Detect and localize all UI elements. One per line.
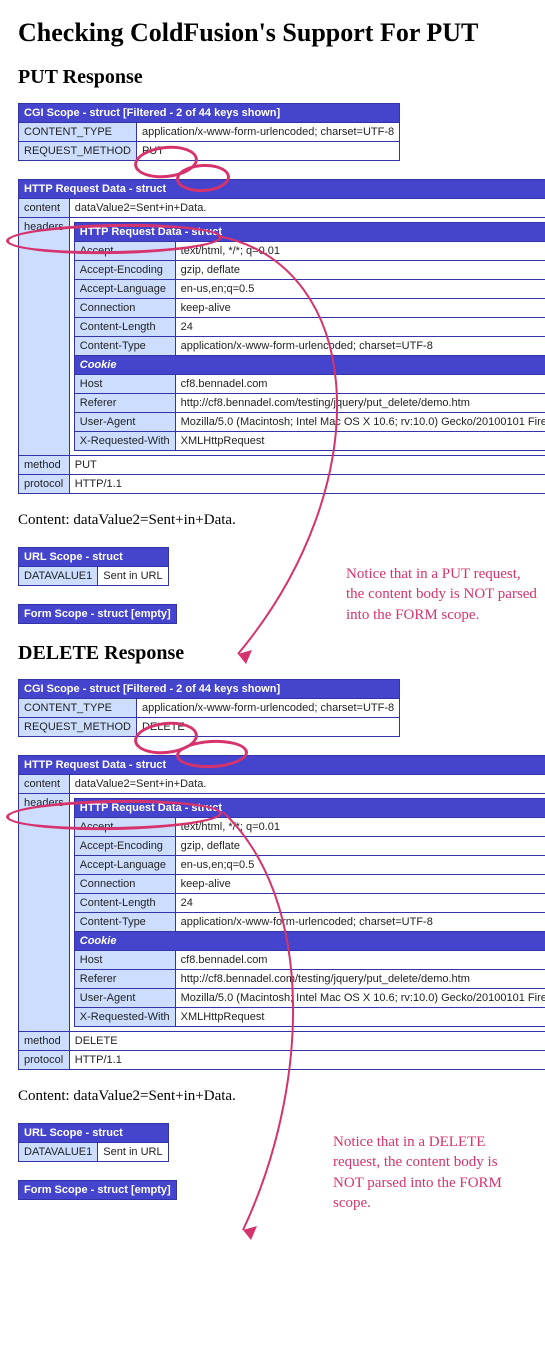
hdr-v: cf8.bennadel.com bbox=[175, 375, 545, 394]
url-v: Sent in URL bbox=[98, 1143, 168, 1162]
method-k: method bbox=[19, 456, 70, 475]
hdr-k: Connection bbox=[74, 299, 175, 318]
hdr-v: XMLHttpRequest bbox=[175, 432, 545, 451]
req-headers-nested: HTTP Request Data - struct Accepttext/ht… bbox=[69, 794, 545, 1032]
hdr-v: application/x-www-form-urlencoded; chars… bbox=[175, 913, 545, 932]
hdr-v: 24 bbox=[175, 894, 545, 913]
hdr-k: User-Agent bbox=[74, 989, 175, 1008]
url-scope-del: URL Scope - struct DATAVALUE1Sent in URL bbox=[18, 1123, 169, 1162]
hdr-k: Accept-Language bbox=[74, 280, 175, 299]
hdr-v: Mozilla/5.0 (Macintosh; Intel Mac OS X 1… bbox=[175, 989, 545, 1008]
protocol-v: HTTP/1.1 bbox=[69, 475, 545, 494]
hdr-k: Accept-Encoding bbox=[74, 261, 175, 280]
url-v: Sent in URL bbox=[98, 567, 168, 586]
hdr-k: User-Agent bbox=[74, 413, 175, 432]
cgi-key: CONTENT_TYPE bbox=[19, 699, 137, 718]
hdr-k: Accept bbox=[74, 242, 175, 261]
form-scope-put: Form Scope - struct [empty] bbox=[18, 604, 177, 624]
cgi-dump-del: CGI Scope - struct [Filtered - 2 of 44 k… bbox=[18, 679, 400, 737]
hdr-k: Host bbox=[74, 375, 175, 394]
arrow-head-icon bbox=[243, 1226, 257, 1240]
hdr-v: en-us,en;q=0.5 bbox=[175, 280, 545, 299]
cgi-key: CONTENT_TYPE bbox=[19, 123, 137, 142]
req-header: HTTP Request Data - struct bbox=[19, 180, 545, 199]
hdr-k: Content-Type bbox=[74, 913, 175, 932]
method-k: method bbox=[19, 1032, 70, 1051]
url-k: DATAVALUE1 bbox=[19, 567, 98, 586]
delete-heading: DELETE Response bbox=[18, 642, 545, 665]
content-line-put: Content: dataValue2=Sent+in+Data. bbox=[18, 512, 545, 529]
req-headers-nested: HTTP Request Data - struct Accepttext/ht… bbox=[69, 218, 545, 456]
protocol-k: protocol bbox=[19, 475, 70, 494]
hdr-k: Content-Length bbox=[74, 894, 175, 913]
page-title: Checking ColdFusion's Support For PUT bbox=[18, 18, 545, 48]
hdr-k: X-Requested-With bbox=[74, 1008, 175, 1027]
form-header: Form Scope - struct [empty] bbox=[19, 605, 177, 624]
req-headers-key: headers bbox=[19, 218, 70, 456]
nested-header: HTTP Request Data - struct bbox=[74, 799, 545, 818]
hdr-k: X-Requested-With bbox=[74, 432, 175, 451]
hdr-k: Accept bbox=[74, 818, 175, 837]
req-content-key: content bbox=[19, 199, 70, 218]
url-header: URL Scope - struct bbox=[19, 1124, 169, 1143]
req-header: HTTP Request Data - struct bbox=[19, 756, 545, 775]
method-v: DELETE bbox=[69, 1032, 545, 1051]
hdr-v: cf8.bennadel.com bbox=[175, 951, 545, 970]
cgi-header: CGI Scope - struct [Filtered - 2 of 44 k… bbox=[19, 104, 400, 123]
req-content-val: dataValue2=Sent+in+Data. bbox=[69, 775, 545, 794]
hdr-v: http://cf8.bennadel.com/testing/jquery/p… bbox=[175, 970, 545, 989]
hdr-v: Mozilla/5.0 (Macintosh; Intel Mac OS X 1… bbox=[175, 413, 545, 432]
hdr-v: application/x-www-form-urlencoded; chars… bbox=[175, 337, 545, 356]
cgi-val: DELETE bbox=[136, 718, 399, 737]
hdr-v: XMLHttpRequest bbox=[175, 1008, 545, 1027]
hdr-v: 24 bbox=[175, 318, 545, 337]
cgi-header: CGI Scope - struct [Filtered - 2 of 44 k… bbox=[19, 680, 400, 699]
cgi-key: REQUEST_METHOD bbox=[19, 142, 137, 161]
hdr-v: text/html, */*; q=0.01 bbox=[175, 818, 545, 837]
hdr-v: keep-alive bbox=[175, 875, 545, 894]
hdr-k: Connection bbox=[74, 875, 175, 894]
cgi-val: PUT bbox=[136, 142, 399, 161]
hdr-k: Accept-Language bbox=[74, 856, 175, 875]
hdr-v: http://cf8.bennadel.com/testing/jquery/p… bbox=[175, 394, 545, 413]
cgi-dump-put: CGI Scope - struct [Filtered - 2 of 44 k… bbox=[18, 103, 400, 161]
url-header: URL Scope - struct bbox=[19, 548, 169, 567]
hdr-v: en-us,en;q=0.5 bbox=[175, 856, 545, 875]
hdr-k: Referer bbox=[74, 394, 175, 413]
annotation-del: Notice that in a DELETE request, the con… bbox=[333, 1132, 528, 1213]
hdr-v: gzip, deflate bbox=[175, 837, 545, 856]
hdr-k: Host bbox=[74, 951, 175, 970]
url-k: DATAVALUE1 bbox=[19, 1143, 98, 1162]
protocol-v: HTTP/1.1 bbox=[69, 1051, 545, 1070]
annotation-put: Notice that in a PUT request, the conten… bbox=[346, 564, 541, 625]
protocol-k: protocol bbox=[19, 1051, 70, 1070]
put-heading: PUT Response bbox=[18, 66, 545, 89]
cookie-row: Cookie bbox=[74, 356, 545, 375]
cookie-row: Cookie bbox=[74, 932, 545, 951]
hdr-v: text/html, */*; q=0.01 bbox=[175, 242, 545, 261]
http-request-dump-del: HTTP Request Data - struct content dataV… bbox=[18, 755, 545, 1070]
hdr-k: Accept-Encoding bbox=[74, 837, 175, 856]
url-scope-put: URL Scope - struct DATAVALUE1Sent in URL bbox=[18, 547, 169, 586]
req-content-val: dataValue2=Sent+in+Data. bbox=[69, 199, 545, 218]
req-headers-key: headers bbox=[19, 794, 70, 1032]
cgi-val: application/x-www-form-urlencoded; chars… bbox=[136, 699, 399, 718]
hdr-k: Content-Type bbox=[74, 337, 175, 356]
hdr-v: gzip, deflate bbox=[175, 261, 545, 280]
content-line-del: Content: dataValue2=Sent+in+Data. bbox=[18, 1088, 545, 1105]
form-scope-del: Form Scope - struct [empty] bbox=[18, 1180, 177, 1200]
hdr-v: keep-alive bbox=[175, 299, 545, 318]
cgi-val: application/x-www-form-urlencoded; chars… bbox=[136, 123, 399, 142]
http-request-dump-put: HTTP Request Data - struct content dataV… bbox=[18, 179, 545, 494]
hdr-k: Content-Length bbox=[74, 318, 175, 337]
hdr-k: Referer bbox=[74, 970, 175, 989]
cgi-key: REQUEST_METHOD bbox=[19, 718, 137, 737]
nested-header: HTTP Request Data - struct bbox=[74, 223, 545, 242]
req-content-key: content bbox=[19, 775, 70, 794]
form-header: Form Scope - struct [empty] bbox=[19, 1181, 177, 1200]
method-v: PUT bbox=[69, 456, 545, 475]
